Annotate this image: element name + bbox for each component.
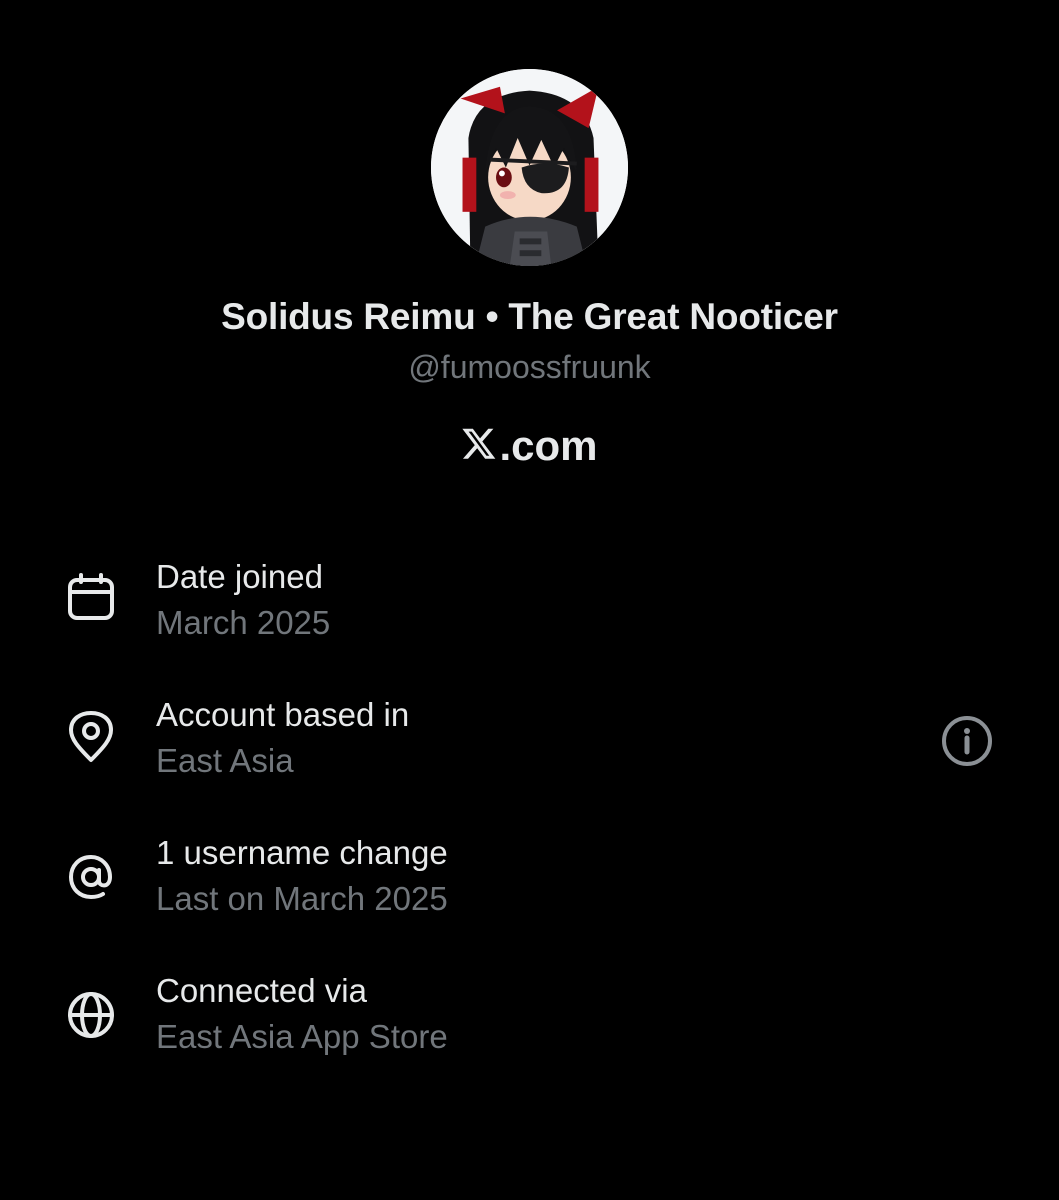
date-joined-label: Date joined bbox=[156, 558, 323, 595]
at-sign-icon bbox=[64, 850, 118, 904]
info-row-connected-via: Connected via East Asia App Store bbox=[0, 972, 1059, 1072]
avatar-image bbox=[431, 69, 628, 266]
info-circle-icon[interactable] bbox=[940, 714, 994, 768]
brand-domain-text: .com bbox=[499, 421, 598, 469]
calendar-icon bbox=[64, 570, 118, 624]
x-logo-icon bbox=[461, 424, 497, 462]
location-pin-icon bbox=[64, 710, 118, 764]
info-row-username-change: 1 username change Last on March 2025 bbox=[0, 834, 1059, 934]
display-name: Solidus Reimu • The Great Nooticer bbox=[221, 296, 838, 337]
globe-icon bbox=[64, 988, 118, 1042]
profile-avatar[interactable] bbox=[431, 69, 628, 266]
connected-via-label: Connected via bbox=[156, 972, 367, 1009]
connected-via-value: East Asia App Store bbox=[156, 1018, 448, 1055]
username-handle: @fumoossfruunk bbox=[408, 349, 651, 385]
info-row-account-based-in: Account based in East Asia bbox=[0, 696, 1059, 796]
info-row-date-joined: Date joined March 2025 bbox=[0, 558, 1059, 658]
username-change-value: Last on March 2025 bbox=[156, 880, 448, 917]
username-change-label: 1 username change bbox=[156, 834, 448, 871]
account-based-in-label: Account based in bbox=[156, 696, 410, 733]
date-joined-value: March 2025 bbox=[156, 604, 331, 641]
account-based-in-value: East Asia bbox=[156, 742, 294, 779]
site-brand: .com bbox=[0, 419, 1059, 470]
